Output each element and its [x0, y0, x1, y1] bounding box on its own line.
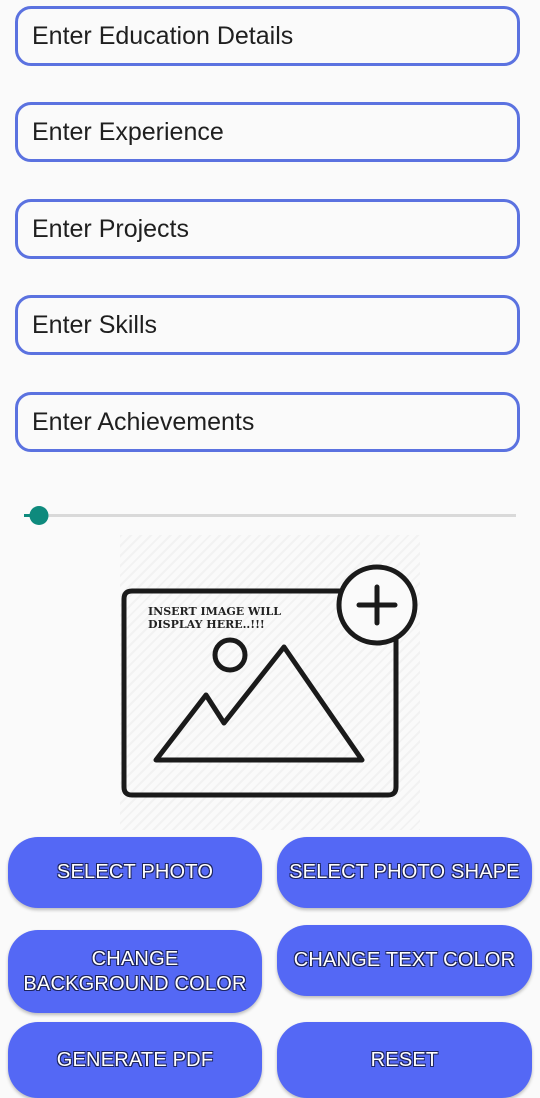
image-caption-line2: DISPLAY HERE..!!! [148, 618, 265, 631]
skills-field-placeholder: Enter Skills [32, 310, 158, 339]
slider-track [24, 514, 516, 517]
select-photo-button[interactable]: SELECT PHOTO [8, 837, 262, 908]
reset-button[interactable]: RESET [277, 1022, 532, 1098]
projects-field[interactable]: Enter Projects [15, 199, 520, 259]
generate-pdf-label: GENERATE PDF [56, 1048, 214, 1071]
projects-field-placeholder: Enter Projects [32, 214, 190, 243]
education-field[interactable]: Enter Education Details [15, 6, 520, 66]
change-background-label-2: BACKGROUND COLOR [23, 972, 247, 995]
achievements-field-placeholder: Enter Achievements [32, 407, 255, 436]
education-field-placeholder: Enter Education Details [32, 21, 294, 50]
image-caption-line1: INSERT IMAGE WILL [148, 605, 281, 618]
experience-field[interactable]: Enter Experience [15, 102, 520, 162]
select-photo-shape-button[interactable]: SELECT PHOTO SHAPE [277, 837, 532, 908]
slider-thumb[interactable] [29, 506, 49, 525]
reset-label: RESET [370, 1048, 439, 1071]
change-background-color-button[interactable]: CHANGE BACKGROUND COLOR [8, 930, 262, 1013]
skills-field[interactable]: Enter Skills [15, 295, 520, 355]
change-background-label-1: CHANGE [91, 947, 179, 970]
add-image-icon: INSERT IMAGE WILL DISPLAY HERE..!!! [121, 564, 418, 798]
experience-field-placeholder: Enter Experience [32, 117, 224, 146]
size-slider[interactable] [24, 506, 516, 526]
change-text-color-button[interactable]: CHANGE TEXT COLOR [277, 925, 532, 996]
image-preview[interactable]: INSERT IMAGE WILL DISPLAY HERE..!!! [120, 535, 420, 830]
change-text-color-label: CHANGE TEXT COLOR [293, 949, 516, 971]
select-photo-shape-label: SELECT PHOTO SHAPE [289, 861, 520, 883]
select-photo-label: SELECT PHOTO [56, 861, 214, 883]
achievements-field[interactable]: Enter Achievements [15, 392, 520, 452]
generate-pdf-button[interactable]: GENERATE PDF [8, 1022, 262, 1098]
